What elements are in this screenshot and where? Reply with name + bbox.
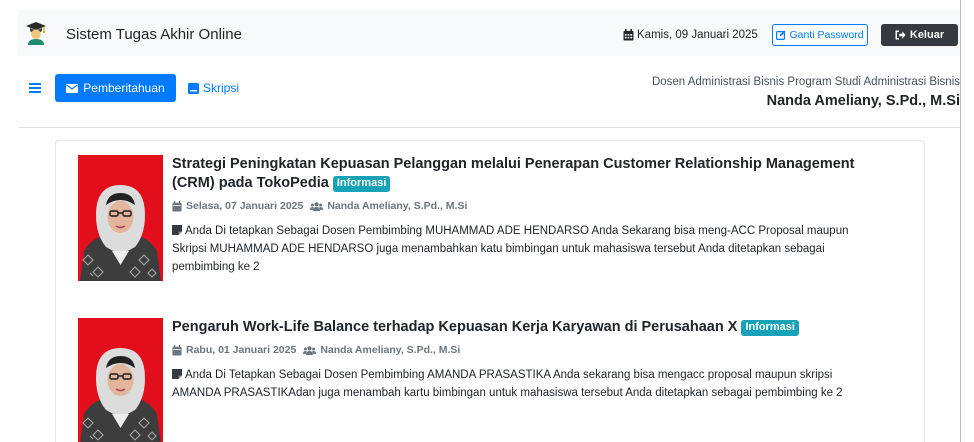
author-photo xyxy=(78,318,163,442)
nav-item-skripsi[interactable]: Skripsi xyxy=(188,81,239,95)
sidebar-toggle-button[interactable] xyxy=(28,82,42,94)
notification-date: Rabu, 01 Januari 2025 xyxy=(186,344,297,356)
logout-label: Keluar xyxy=(909,29,945,41)
calendar-icon xyxy=(172,344,182,356)
bars-icon xyxy=(29,83,41,93)
users-icon xyxy=(303,345,317,355)
nav-item-label: Pemberitahuan xyxy=(83,81,165,95)
notification-author: Nanda Ameliany, S.Pd., M.Si xyxy=(327,200,468,212)
calendar-icon xyxy=(623,29,634,41)
sign-out-icon xyxy=(895,30,906,40)
notification-title-text: Strategi Peningkatan Kepuasan Pelanggan … xyxy=(172,156,855,191)
nav-item-label: Skripsi xyxy=(203,81,240,95)
sticky-note-icon xyxy=(172,225,182,235)
info-badge: Informasi xyxy=(741,320,799,336)
change-password-button[interactable]: Ganti Password xyxy=(772,24,868,46)
notification-message: Anda Di tetapkan Sebagai Dosen Pembimbin… xyxy=(172,222,882,276)
envelope-icon xyxy=(66,83,79,93)
user-role: Dosen Administrasi Bisnis Program Studi … xyxy=(651,76,960,88)
notification-title: Strategi Peningkatan Kepuasan Pelanggan … xyxy=(172,155,882,193)
notification-meta: Rabu, 01 Januari 2025 Nanda Ameliany, S.… xyxy=(172,343,882,357)
notification-title: Pengaruh Work-Life Balance terhadap Kepu… xyxy=(172,318,882,337)
change-password-label: Ganti Password xyxy=(789,29,864,41)
app-title[interactable]: Sistem Tugas Akhir Online xyxy=(66,26,242,44)
graduation-cap-icon[interactable] xyxy=(25,21,47,45)
user-name: Nanda Ameliany, S.Pd., M.Si xyxy=(766,93,960,109)
notification-message: Anda Di Tetapkan Sebagai Dosen Pembimbin… xyxy=(172,366,882,402)
notification-author: Nanda Ameliany, S.Pd., M.Si xyxy=(320,344,461,356)
current-date-text: Kamis, 09 Januari 2025 xyxy=(637,29,758,41)
info-badge: Informasi xyxy=(332,176,391,192)
vertical-scrollbar[interactable] xyxy=(960,0,974,442)
top-navbar: Sistem Tugas Akhir Online Kamis, 09 Janu… xyxy=(18,10,960,56)
notification-message-text: Anda Di Tetapkan Sebagai Dosen Pembimbin… xyxy=(172,369,843,399)
users-icon xyxy=(310,201,324,211)
calendar-icon xyxy=(172,200,182,212)
logout-button[interactable]: Keluar xyxy=(881,24,958,46)
edit-icon xyxy=(776,30,786,40)
notification-content: Pengaruh Work-Life Balance terhadap Kepu… xyxy=(172,318,882,402)
nav-item-pemberitahuan[interactable]: Pemberitahuan xyxy=(55,74,176,102)
notification-message-text: Anda Di tetapkan Sebagai Dosen Pembimbin… xyxy=(172,225,849,273)
sticky-note-icon xyxy=(172,369,182,379)
notification-meta: Selasa, 07 Januari 2025 Nanda Ameliany, … xyxy=(172,199,882,213)
current-date: Kamis, 09 Januari 2025 xyxy=(623,28,758,42)
notification-list: Strategi Peningkatan Kepuasan Pelanggan … xyxy=(55,140,925,442)
notification-title-text: Pengaruh Work-Life Balance terhadap Kepu… xyxy=(172,319,738,335)
author-photo xyxy=(78,155,163,281)
notification-date: Selasa, 07 Januari 2025 xyxy=(186,200,304,212)
notification-content: Strategi Peningkatan Kepuasan Pelanggan … xyxy=(172,155,882,276)
book-icon xyxy=(188,82,199,94)
divider xyxy=(18,127,960,128)
